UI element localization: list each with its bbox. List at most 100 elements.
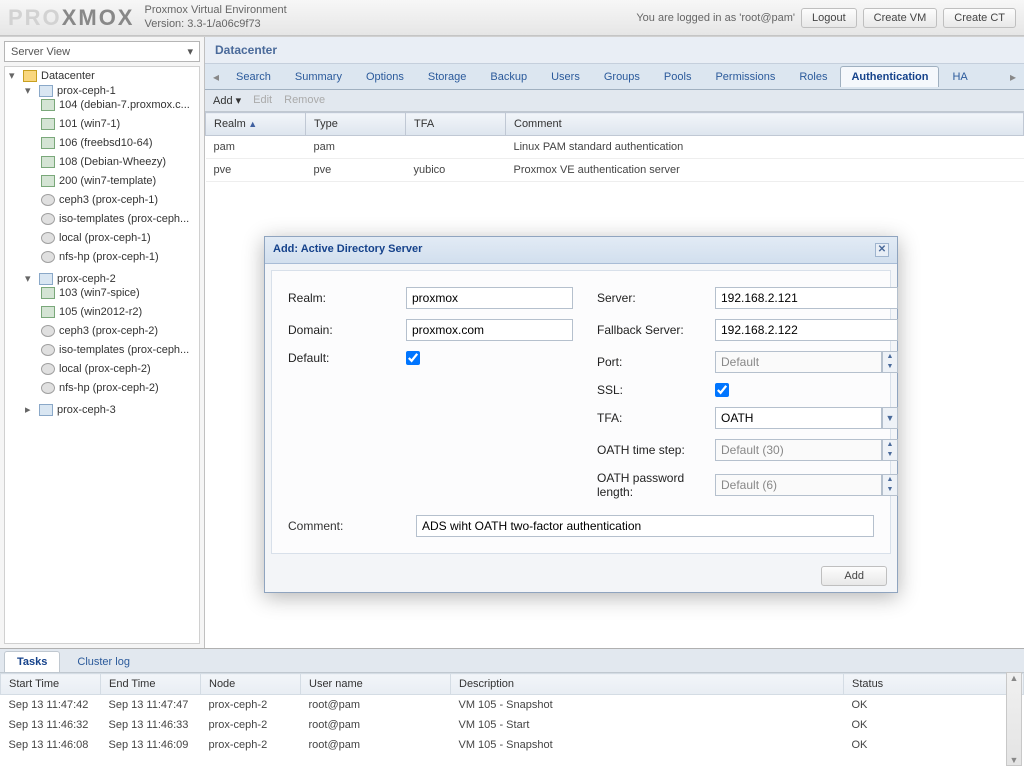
add-auth-modal: Add: Active Directory Server ✕ Realm: Do… [264, 236, 898, 593]
tree-item[interactable]: ceph3 (prox-ceph-2) [41, 325, 158, 337]
col-status[interactable]: Status [844, 674, 1024, 695]
tree-item[interactable]: 101 (win7-1) [41, 118, 120, 130]
tfa-select[interactable]: ▼ [715, 407, 898, 429]
log-row[interactable]: Sep 13 11:46:32Sep 13 11:46:33prox-ceph-… [1, 715, 1024, 735]
tab-scroll-left[interactable]: ◂ [209, 70, 223, 84]
tree-item[interactable]: 106 (freebsd10-64) [41, 137, 153, 149]
fallback-label: Fallback Server: [597, 323, 715, 337]
col-end[interactable]: End Time [101, 674, 201, 695]
spin-up-icon[interactable]: ▲ [883, 440, 897, 450]
header-title: Proxmox Virtual Environment Version: 3.3… [144, 4, 286, 30]
ssl-checkbox[interactable] [715, 383, 729, 397]
tree-item[interactable]: nfs-hp (prox-ceph-1) [41, 251, 159, 263]
log-row[interactable]: Sep 13 11:46:08Sep 13 11:46:09prox-ceph-… [1, 735, 1024, 755]
tree-item[interactable]: iso-templates (prox-ceph... [41, 213, 189, 225]
col-start[interactable]: Start Time [1, 674, 101, 695]
log-scrollbar[interactable]: ▲▼ [1006, 672, 1022, 766]
remove-button: Remove [284, 94, 325, 107]
tree-datacenter[interactable]: ▾ Datacenter [9, 69, 95, 82]
tab-summary[interactable]: Summary [284, 66, 353, 87]
default-checkbox[interactable] [406, 351, 420, 365]
spin-down-icon[interactable]: ▼ [883, 485, 897, 495]
tab-options[interactable]: Options [355, 66, 415, 87]
tree-item[interactable]: local (prox-ceph-2) [41, 363, 151, 375]
oath-len-input[interactable]: ▲▼ [715, 474, 898, 496]
server-input[interactable] [715, 287, 898, 309]
domain-input[interactable] [406, 319, 573, 341]
tree-node[interactable]: ▾ prox-ceph-1 [25, 84, 116, 97]
realm-label: Realm: [288, 291, 406, 305]
modal-add-button[interactable]: Add [821, 566, 887, 586]
tab-bar: ◂ SearchSummaryOptionsStorageBackupUsers… [205, 64, 1024, 90]
tree-item[interactable]: local (prox-ceph-1) [41, 232, 151, 244]
table-row[interactable]: pvepveyubicoProxmox VE authentication se… [206, 159, 1024, 182]
resource-tree[interactable]: ▾ Datacenter ▾ prox-ceph-1 104 (debian-7.… [4, 66, 200, 644]
tab-pools[interactable]: Pools [653, 66, 703, 87]
task-log: Tasks Cluster log Start Time End Time No… [0, 648, 1024, 768]
tab-backup[interactable]: Backup [479, 66, 538, 87]
tab-cluster-log[interactable]: Cluster log [64, 651, 143, 672]
spin-up-icon[interactable]: ▲ [883, 475, 897, 485]
fallback-input[interactable] [715, 319, 898, 341]
tab-groups[interactable]: Groups [593, 66, 651, 87]
toolbar: Add ▾ Edit Remove [205, 90, 1024, 112]
oath-step-label: OATH time step: [597, 443, 715, 457]
col-desc[interactable]: Description [451, 674, 844, 695]
oath-step-input[interactable]: ▲▼ [715, 439, 898, 461]
tab-roles[interactable]: Roles [788, 66, 838, 87]
tab-search[interactable]: Search [225, 66, 282, 87]
tree-item[interactable]: iso-templates (prox-ceph... [41, 344, 189, 356]
add-button[interactable]: Add ▾ [213, 94, 241, 107]
col-type[interactable]: Type [306, 113, 406, 136]
col-tfa[interactable]: TFA [406, 113, 506, 136]
breadcrumb: Datacenter [205, 37, 1024, 64]
create-ct-button[interactable]: Create CT [943, 8, 1016, 28]
default-label: Default: [288, 351, 406, 365]
table-row[interactable]: pampamLinux PAM standard authentication [206, 136, 1024, 159]
tree-item[interactable]: 105 (win2012-r2) [41, 306, 142, 318]
col-node[interactable]: Node [201, 674, 301, 695]
port-input[interactable]: ▲▼ [715, 351, 898, 373]
domain-label: Domain: [288, 323, 406, 337]
edit-button: Edit [253, 94, 272, 107]
tab-users[interactable]: Users [540, 66, 591, 87]
modal-title-bar[interactable]: Add: Active Directory Server ✕ [265, 237, 897, 264]
tree-item[interactable]: 108 (Debian-Wheezy) [41, 156, 166, 168]
close-icon[interactable]: ✕ [875, 243, 889, 257]
tab-permissions[interactable]: Permissions [704, 66, 786, 87]
spin-up-icon[interactable]: ▲ [883, 352, 897, 362]
col-realm[interactable]: Realm [206, 113, 306, 136]
tab-tasks[interactable]: Tasks [4, 651, 60, 672]
tab-scroll-right[interactable]: ▸ [1006, 70, 1020, 84]
tree-item[interactable]: nfs-hp (prox-ceph-2) [41, 382, 159, 394]
spin-down-icon[interactable]: ▼ [883, 362, 897, 372]
tfa-label: TFA: [597, 411, 715, 425]
oath-len-label: OATH password length: [597, 471, 715, 499]
tree-item[interactable]: 104 (debian-7.proxmox.c... [41, 99, 190, 111]
comment-label: Comment: [288, 519, 416, 533]
col-user[interactable]: User name [301, 674, 451, 695]
tree-node[interactable]: ▸ prox-ceph-3 [25, 403, 116, 416]
chevron-down-icon[interactable]: ▼ [882, 407, 898, 429]
login-status: You are logged in as 'root@pam' [636, 12, 795, 24]
spin-down-icon[interactable]: ▼ [883, 450, 897, 460]
log-row[interactable]: Sep 13 11:47:42Sep 13 11:47:47prox-ceph-… [1, 695, 1024, 716]
col-comment[interactable]: Comment [506, 113, 1024, 136]
header: PROXMOX Proxmox Virtual Environment Vers… [0, 0, 1024, 36]
server-label: Server: [597, 291, 715, 305]
tree-node[interactable]: ▾ prox-ceph-2 [25, 272, 116, 285]
logout-button[interactable]: Logout [801, 8, 857, 28]
tab-storage[interactable]: Storage [417, 66, 478, 87]
create-vm-button[interactable]: Create VM [863, 8, 938, 28]
tree-item[interactable]: 103 (win7-spice) [41, 287, 140, 299]
realm-input[interactable] [406, 287, 573, 309]
comment-input[interactable] [416, 515, 874, 537]
chevron-down-icon: ▾ [187, 45, 193, 58]
view-selector[interactable]: Server View▾ [4, 41, 200, 62]
logo: PROXMOX [8, 5, 134, 31]
tab-ha[interactable]: HA [941, 66, 978, 87]
tree-item[interactable]: ceph3 (prox-ceph-1) [41, 194, 158, 206]
tree-item[interactable]: 200 (win7-template) [41, 175, 156, 187]
tab-authentication[interactable]: Authentication [840, 66, 939, 87]
port-label: Port: [597, 355, 715, 369]
